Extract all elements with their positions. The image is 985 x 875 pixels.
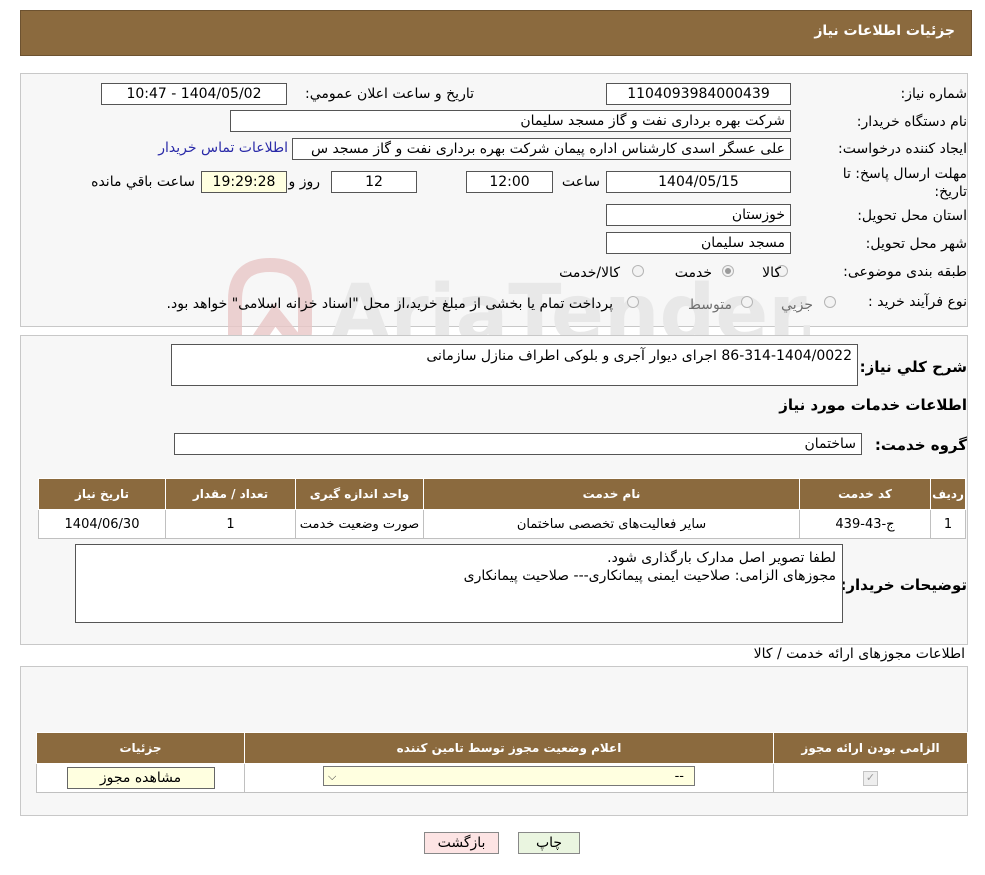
buyer-notes-line-1: لطفا تصویر اصل مدارک بارگذاری شود. bbox=[607, 550, 836, 566]
cell-service-name: سایر فعالیت‌های تخصصی ساختمان bbox=[423, 509, 800, 539]
col-unit: واحد اندازه گيری bbox=[295, 478, 424, 510]
cell-service-code: ج-43-439 bbox=[799, 509, 931, 539]
category-radio-goods-service[interactable] bbox=[632, 265, 644, 277]
creator-label: ايجاد کننده درخواست: bbox=[838, 141, 967, 157]
announce-field: 1404/05/02 - 10:47 bbox=[101, 83, 287, 105]
col-quantity: تعداد / مقدار bbox=[165, 478, 296, 510]
permit-status-cell: -- ⌵ bbox=[244, 763, 774, 793]
permit-status-select[interactable]: -- ⌵ bbox=[323, 766, 695, 786]
summary-label: شرح كلي نياز: bbox=[859, 358, 967, 376]
category-option-service: خدمت bbox=[674, 265, 712, 281]
category-option-goods-service: کالا/خدمت bbox=[559, 265, 620, 281]
buyer-notes-line-2: مجوزهای الزامی: صلاحیت ایمنی پیمانکاری--… bbox=[463, 568, 836, 584]
print-button[interactable]: چاپ bbox=[518, 832, 580, 854]
permit-required-checkbox[interactable]: ✓ bbox=[863, 771, 878, 786]
category-label: طبقه بندی موضوعی: bbox=[843, 264, 967, 280]
process-radio-medium[interactable] bbox=[741, 296, 753, 308]
services-table: رديف کد خدمت نام خدمت واحد اندازه گيری ت… bbox=[38, 478, 966, 539]
process-option-minor: جزيي bbox=[781, 297, 813, 313]
need-number-label: شماره نیاز: bbox=[900, 86, 968, 102]
back-button[interactable]: بازگشت bbox=[424, 832, 499, 854]
contact-buyer-link[interactable]: اطلاعات تماس خريدار bbox=[158, 140, 288, 156]
category-option-goods: کالا bbox=[762, 265, 781, 281]
process-option-medium: متوسط bbox=[688, 297, 732, 313]
cell-quantity: 1 bbox=[165, 509, 296, 539]
deadline-label: مهلت ارسال پاسخ: تا تاريخ: bbox=[842, 166, 967, 200]
province-label: استان محل تحويل: bbox=[857, 208, 967, 224]
hour-label: ساعت bbox=[561, 174, 600, 190]
service-group-field: ساختمان bbox=[174, 433, 862, 455]
remaining-time-field: 19:29:28 bbox=[201, 171, 287, 193]
col-permit-status: اعلام وضعيت مجوز توسط تامين کننده bbox=[244, 732, 774, 764]
permits-title: اطلاعات مجوزهای ارائه خدمت / کالا bbox=[753, 646, 965, 662]
announce-label: تاریخ و ساعت اعلان عمومي: bbox=[305, 86, 474, 102]
permit-required-cell: ✓ bbox=[773, 763, 968, 793]
page-title: جزئیات اطلاعات نیاز bbox=[814, 23, 955, 39]
col-service-code: کد خدمت bbox=[799, 478, 931, 510]
summary-text: 86-314-1404/0022 اجرای دیوار آجری و بلوک… bbox=[426, 348, 852, 364]
col-row: رديف bbox=[930, 478, 966, 510]
category-radio-service[interactable] bbox=[722, 265, 734, 277]
buyer-notes-textarea[interactable]: لطفا تصویر اصل مدارک بارگذاری شود. مجوزه… bbox=[75, 544, 843, 623]
buyer-org-field: شرکت بهره برداری نفت و گاز مسجد سلیمان bbox=[230, 110, 791, 132]
cell-row: 1 bbox=[930, 509, 966, 539]
city-label: شهر محل تحويل: bbox=[865, 236, 967, 252]
remaining-label: ساعت باقي مانده bbox=[91, 174, 195, 190]
deadline-time-field: 12:00 bbox=[466, 171, 553, 193]
permit-details-cell: مشاهده مجوز bbox=[36, 763, 245, 793]
chevron-down-icon: ⌵ bbox=[328, 770, 337, 783]
buyer-notes-label: توضيحات خريدار: bbox=[840, 576, 967, 594]
col-permit-details: جزئيات bbox=[36, 732, 245, 764]
permit-status-value: -- bbox=[674, 769, 684, 784]
permits-header-row: الزامی بودن ارائه مجوز اعلام وضعيت مجوز … bbox=[36, 732, 968, 764]
cell-unit: صورت وضعیت خدمت bbox=[295, 509, 424, 539]
days-label: روز و bbox=[288, 174, 321, 190]
permits-table: الزامی بودن ارائه مجوز اعلام وضعيت مجوز … bbox=[36, 732, 968, 793]
city-field: مسجد سلیمان bbox=[606, 232, 791, 254]
page-header: جزئیات اطلاعات نیاز bbox=[20, 10, 972, 56]
view-permit-button[interactable]: مشاهده مجوز bbox=[66, 767, 215, 789]
services-title: اطلاعات خدمات مورد نياز bbox=[779, 396, 967, 414]
summary-textarea[interactable]: 86-314-1404/0022 اجرای دیوار آجری و بلوک… bbox=[171, 344, 858, 386]
deadline-date-field: 1404/05/15 bbox=[606, 171, 791, 193]
days-field: 12 bbox=[331, 171, 417, 193]
cell-need-date: 1404/06/30 bbox=[38, 509, 166, 539]
process-note: پرداخت تمام يا بخشی از مبلغ خريد،از محل … bbox=[166, 296, 613, 312]
permits-row: ✓ -- ⌵ مشاهده مجوز bbox=[36, 763, 968, 793]
col-service-name: نام خدمت bbox=[423, 478, 800, 510]
col-permit-required: الزامی بودن ارائه مجوز bbox=[773, 732, 968, 764]
creator-field: علی عسگر اسدی کارشناس اداره پیمان شرکت ب… bbox=[292, 138, 791, 160]
col-need-date: تاريخ نياز bbox=[38, 478, 166, 510]
table-row: 1 ج-43-439 سایر فعالیت‌های تخصصی ساختمان… bbox=[38, 509, 966, 539]
need-number-field: 1104093984000439 bbox=[606, 83, 791, 105]
treasury-checkbox[interactable] bbox=[627, 296, 639, 308]
province-field: خوزستان bbox=[606, 204, 791, 226]
buyer-org-label: نام دستگاه خريدار: bbox=[856, 114, 967, 130]
process-label: نوع فرآيند خريد : bbox=[868, 294, 967, 310]
process-radio-minor[interactable] bbox=[824, 296, 836, 308]
service-group-label: گروه خدمت: bbox=[874, 436, 967, 454]
services-header-row: رديف کد خدمت نام خدمت واحد اندازه گيری ت… bbox=[38, 478, 966, 510]
